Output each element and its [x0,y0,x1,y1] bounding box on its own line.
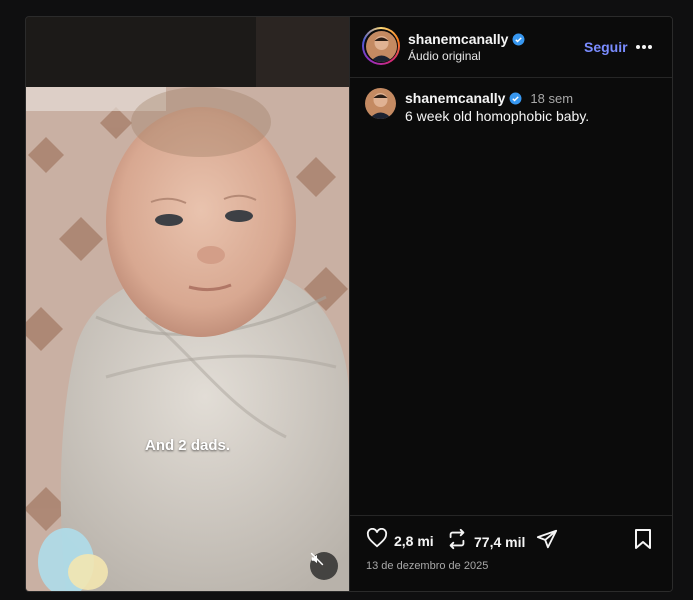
post-modal: And 2 dads. shanemcanally Áudio original… [25,16,673,592]
action-bar: 2,8 mi 77,4 mil 13 de dezembro de 2025 [350,515,672,591]
share-icon [536,528,558,555]
audio-label[interactable]: Áudio original [408,49,481,63]
video-overlay-text: And 2 dads. [144,437,230,454]
post-date[interactable]: 13 de dezembro de 2025 [366,560,488,572]
verified-icon [512,33,525,46]
mute-toggle-button[interactable] [310,552,338,580]
header-username[interactable]: shanemcanally [408,31,508,47]
follow-button[interactable]: Seguir [584,39,628,55]
bookmark-icon [634,528,652,555]
post-details-panel: shanemcanally Áudio original Seguir shan… [349,17,672,591]
caption-username[interactable]: shanemcanally [405,90,505,106]
caption-text: 6 week old homophobic baby. [405,108,590,124]
repost-count[interactable]: 77,4 mil [474,534,525,550]
like-count[interactable]: 2,8 mi [394,533,434,549]
story-ring-avatar[interactable] [362,27,400,65]
share-button[interactable] [536,528,558,555]
more-options-icon [635,37,653,55]
repost-icon [446,528,468,555]
save-button[interactable] [634,528,652,555]
heart-icon [366,527,388,553]
repost-button[interactable]: 77,4 mil [446,528,525,555]
caption-avatar[interactable] [365,88,396,119]
baby-photo [26,17,349,591]
like-button[interactable]: 2,8 mi [366,527,434,553]
caption-timestamp[interactable]: 18 sem [530,91,573,106]
post-header: shanemcanally Áudio original Seguir [350,17,672,78]
more-options-button[interactable] [632,37,656,55]
verified-icon [509,92,522,105]
avatar [365,30,397,62]
post-video[interactable]: And 2 dads. [26,17,349,591]
